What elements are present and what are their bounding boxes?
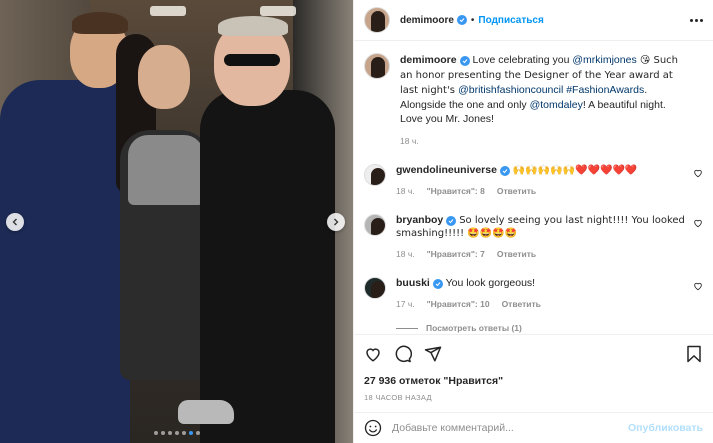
post-sidebar: demimoore • Подписаться demimoore Love c… — [353, 0, 713, 443]
action-bar — [354, 334, 713, 372]
comment-likes[interactable]: "Нравится": 10 — [427, 298, 490, 311]
carousel-indicator — [0, 431, 353, 435]
heart-icon[interactable] — [693, 218, 703, 228]
carousel-dot — [153, 431, 158, 435]
person-left-body — [0, 80, 130, 443]
follow-button[interactable]: Подписаться — [478, 15, 543, 26]
comment-likes[interactable]: "Нравится": 8 — [427, 185, 485, 198]
comment-time: 18 ч. — [396, 186, 415, 196]
comment-body: buuski You look gorgeous! 17 ч. "Нравитс… — [396, 277, 686, 311]
carousel-prev-button[interactable] — [6, 213, 24, 231]
share-icon[interactable] — [424, 345, 442, 363]
verified-icon — [456, 15, 467, 25]
person-left-hair — [72, 12, 128, 34]
reply-button[interactable]: Ответить — [497, 185, 536, 198]
view-replies-button[interactable]: Посмотреть ответы (1) — [396, 323, 703, 333]
verified-icon — [499, 166, 510, 176]
more-icon-dot — [700, 18, 703, 22]
comment-text-line: gwendolineuniverse 🙌🙌🙌🙌🙌❤️❤️❤️❤️❤️ — [396, 164, 686, 177]
author-username[interactable]: demimoore — [400, 15, 454, 26]
heart-icon[interactable] — [364, 345, 382, 363]
view-replies-label: Посмотреть ответы (1) — [426, 323, 522, 333]
author-avatar[interactable] — [364, 7, 390, 33]
publish-button[interactable]: Опубликовать — [628, 422, 703, 434]
comment-text-line: buuski You look gorgeous! — [396, 277, 686, 290]
carousel-dot — [167, 431, 172, 435]
commenter-username[interactable]: buuski — [396, 277, 430, 289]
carousel-next-button[interactable] — [327, 213, 345, 231]
person-right-glasses — [224, 54, 280, 66]
bookmark-icon[interactable] — [685, 345, 703, 363]
comment-text: You look gorgeous! — [445, 277, 536, 289]
comment-item: bryanboy So lovely seeing you last night… — [364, 214, 703, 261]
more-icon — [690, 18, 693, 22]
caption-username[interactable]: demimoore — [400, 54, 457, 66]
comment-composer: Опубликовать — [354, 412, 713, 443]
instagram-post: demimoore • Подписаться demimoore Love c… — [0, 0, 713, 443]
caption-body: demimoore Love celebrating you @mrkimjon… — [400, 53, 690, 148]
comment-meta: 18 ч. "Нравится": 7 Ответить — [396, 248, 686, 261]
carousel-dot — [174, 431, 179, 435]
divider — [396, 327, 418, 329]
heart-icon[interactable] — [693, 281, 703, 291]
mention-mrkimjones[interactable]: @mrkimjones — [572, 54, 636, 66]
comment-body: gwendolineuniverse 🙌🙌🙌🙌🙌❤️❤️❤️❤️❤️ 18 ч.… — [396, 164, 686, 198]
hashtag-fashionawards[interactable]: #FashionAwards — [566, 84, 644, 96]
comment-icon[interactable] — [394, 345, 412, 363]
comment-meta: 18 ч. "Нравится": 8 Ответить — [396, 185, 686, 198]
commenter-username[interactable]: gwendolineuniverse — [396, 164, 497, 176]
commenter-username[interactable]: bryanboy — [396, 214, 443, 226]
emoji-icon[interactable] — [364, 419, 382, 437]
verified-icon — [446, 216, 457, 226]
comment-text: 🙌🙌🙌🙌🙌❤️❤️❤️❤️❤️ — [512, 165, 638, 176]
mention-tomdaley[interactable]: @tomdaley — [530, 99, 583, 111]
comment-item: gwendolineuniverse 🙌🙌🙌🙌🙌❤️❤️❤️❤️❤️ 18 ч.… — [364, 164, 703, 198]
comment-time: 18 ч. — [396, 249, 415, 259]
person-middle-top — [128, 135, 204, 205]
chevron-left-icon — [12, 218, 17, 226]
post-header: demimoore • Подписаться — [354, 0, 713, 41]
person-middle-head — [138, 45, 190, 109]
carousel-dot — [188, 431, 193, 435]
person-right-body — [200, 90, 335, 443]
commenter-avatar[interactable] — [364, 277, 386, 299]
caption: demimoore Love celebrating you @mrkimjon… — [364, 53, 703, 148]
more-options-button[interactable] — [690, 18, 703, 22]
caption-intro: Love celebrating you — [472, 54, 573, 66]
reply-button[interactable]: Ответить — [497, 248, 536, 261]
verified-icon — [459, 56, 470, 66]
commenter-avatar[interactable] — [364, 214, 386, 236]
caption-text: demimoore Love celebrating you @mrkimjon… — [400, 53, 690, 126]
comment-time: 17 ч. — [396, 299, 415, 309]
mention-britishfashioncouncil[interactable]: @britishfashioncouncil — [458, 84, 563, 96]
post-photo[interactable] — [0, 0, 353, 443]
comment-likes[interactable]: "Нравится": 7 — [427, 248, 485, 261]
post-timestamp: 18 ЧАСОВ НАЗАД — [364, 393, 432, 402]
commenter-avatar[interactable] — [364, 164, 386, 186]
carousel-dot — [181, 431, 186, 435]
reply-button[interactable]: Ответить — [502, 298, 541, 311]
heart-icon[interactable] — [693, 168, 703, 178]
person-right-hair — [218, 16, 288, 36]
comment-item: buuski You look gorgeous! 17 ч. "Нравитс… — [364, 277, 703, 311]
carousel-dot — [195, 431, 200, 435]
carousel-dot — [160, 431, 165, 435]
sneaker — [178, 400, 234, 424]
chevron-right-icon — [334, 218, 339, 226]
caption-timestamp: 18 ч. — [400, 136, 419, 146]
header-separator: • — [470, 14, 475, 26]
comment-meta: 17 ч. "Нравится": 10 Ответить — [396, 298, 686, 311]
comment-text-line: bryanboy So lovely seeing you last night… — [396, 214, 686, 240]
more-icon-dot — [695, 18, 698, 22]
comments-section: demimoore Love celebrating you @mrkimjon… — [354, 41, 713, 334]
comment-body: bryanboy So lovely seeing you last night… — [396, 214, 686, 261]
ceiling-light — [150, 6, 186, 16]
ceiling-light — [260, 6, 296, 16]
comment-input[interactable] — [392, 422, 619, 434]
verified-icon — [432, 279, 443, 289]
caption-avatar[interactable] — [364, 53, 390, 79]
likes-count[interactable]: 27 936 отметок "Нравится" — [354, 372, 713, 390]
